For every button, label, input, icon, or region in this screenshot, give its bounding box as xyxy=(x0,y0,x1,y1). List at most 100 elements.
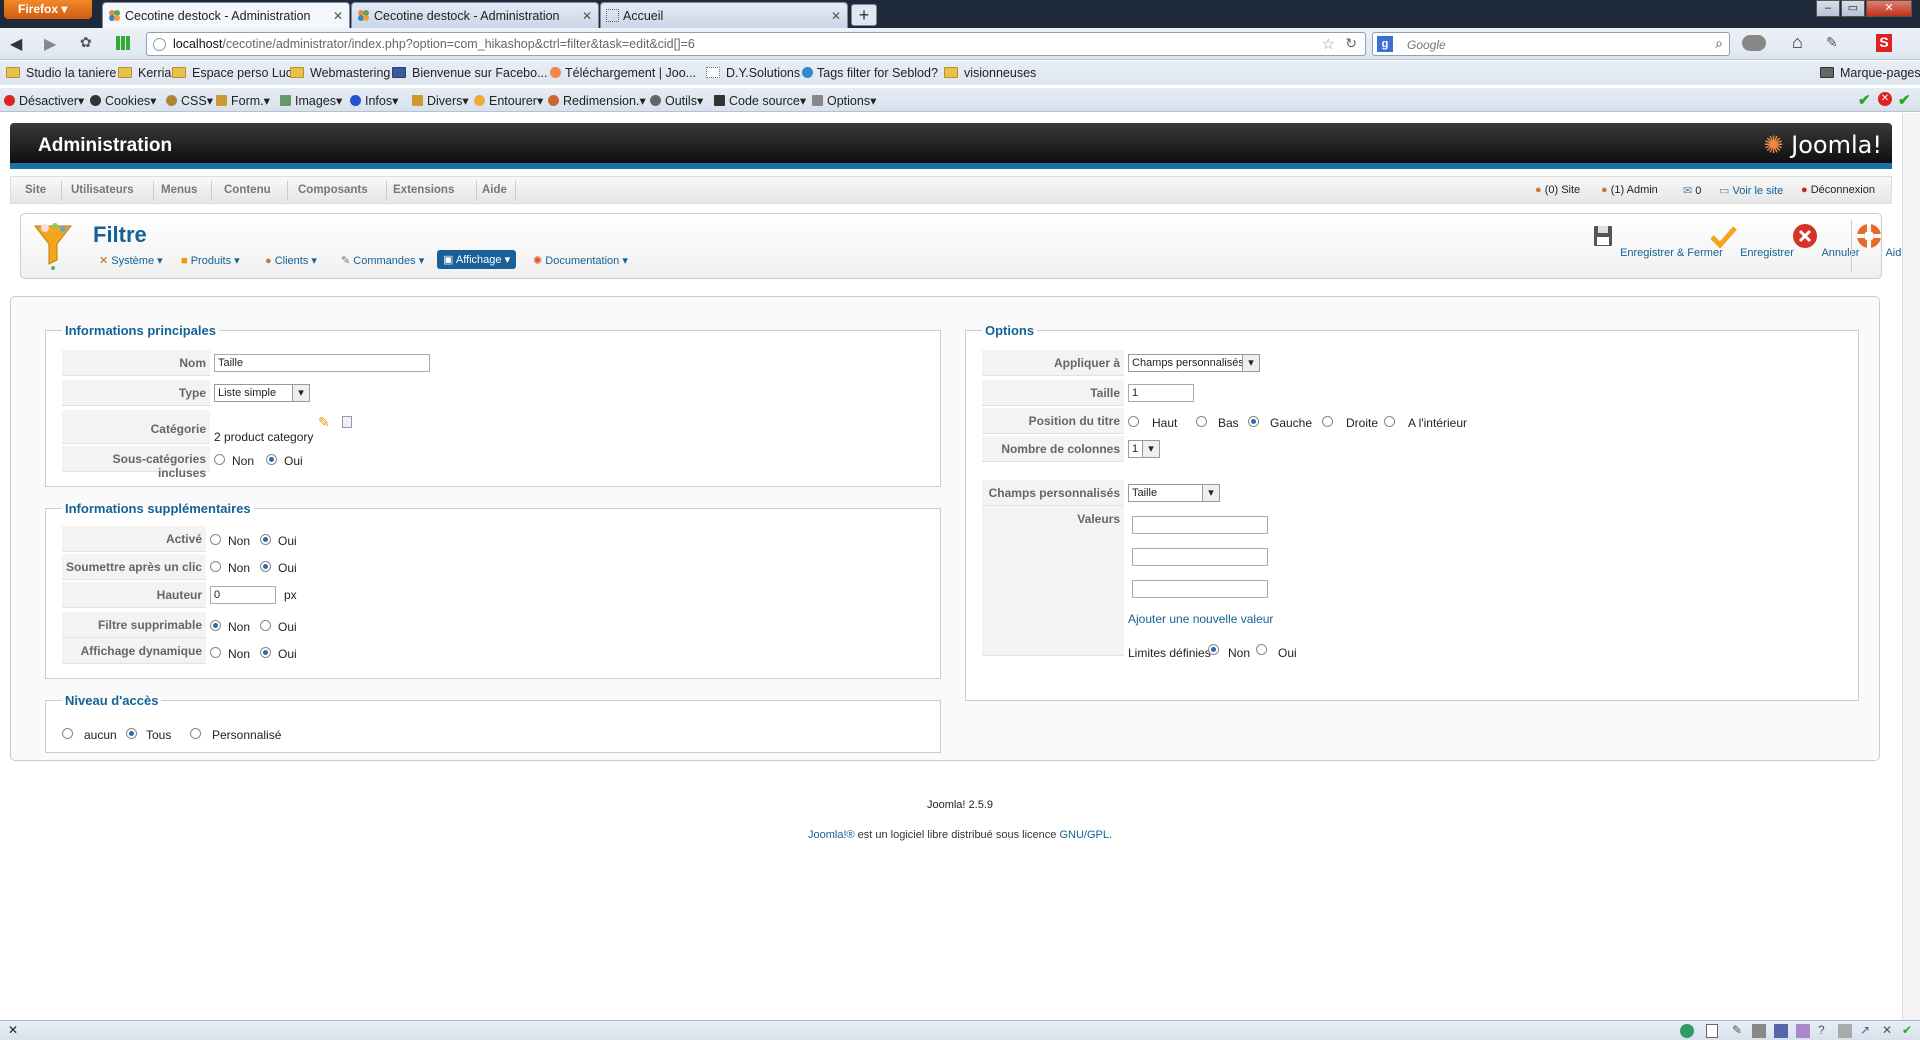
addon-icon[interactable]: ✿ xyxy=(80,34,92,51)
webdev-resize[interactable]: Redimension.▾ xyxy=(548,93,646,108)
menu-help[interactable]: Aide xyxy=(482,184,507,196)
limits-oui-radio[interactable] xyxy=(1256,644,1267,655)
webdev-images[interactable]: Images▾ xyxy=(280,93,342,108)
add-value-link[interactable]: Ajouter une nouvelle valeur xyxy=(1128,612,1273,626)
webdev-source[interactable]: Code source▾ xyxy=(714,93,806,108)
submit-oui-radio[interactable] xyxy=(260,561,271,572)
position-haut-radio[interactable] xyxy=(1128,416,1139,427)
value-input-1[interactable] xyxy=(1132,516,1268,534)
close-tab-icon[interactable]: ✕ xyxy=(582,9,592,23)
bookmark-item[interactable]: Studio la taniere xyxy=(6,66,116,80)
columns-select[interactable]: 1 xyxy=(1128,440,1160,458)
check-icon[interactable]: ✔ xyxy=(1858,91,1871,109)
forward-arrow-icon[interactable]: ▶ xyxy=(44,34,56,54)
deletable-oui-radio[interactable] xyxy=(260,620,271,631)
dynamic-oui-radio[interactable] xyxy=(260,647,271,658)
active-non-radio[interactable] xyxy=(210,534,221,545)
webdev-options[interactable]: Options▾ xyxy=(812,93,876,108)
tool-icon[interactable] xyxy=(1838,1024,1852,1038)
apply-to-select[interactable]: Champs personnalisés xyxy=(1128,354,1260,372)
active-oui-radio[interactable] xyxy=(260,534,271,545)
view-site-link[interactable]: ▭ Voir le site xyxy=(1719,184,1783,197)
s-addon-icon[interactable]: S xyxy=(1876,34,1892,52)
position-bas-radio[interactable] xyxy=(1196,416,1207,427)
back-arrow-icon[interactable]: ◀ xyxy=(10,34,22,54)
save-icon[interactable] xyxy=(1774,1024,1788,1038)
bookmark-item[interactable]: Webmastering xyxy=(290,66,390,80)
page-scrollbar[interactable] xyxy=(1902,113,1920,1020)
webdev-css[interactable]: CSS▾ xyxy=(166,93,213,108)
height-input[interactable]: 0 xyxy=(210,586,276,604)
submenu-documentation[interactable]: ✺ Documentation ▾ xyxy=(533,254,628,267)
close-tab-icon[interactable]: ✕ xyxy=(333,9,343,23)
submenu-products[interactable]: ■ Produits ▾ xyxy=(181,254,240,267)
save-button[interactable]: Enregistrer xyxy=(1709,222,1794,259)
position-gauche-radio[interactable] xyxy=(1248,416,1259,427)
value-input-3[interactable] xyxy=(1132,580,1268,598)
webdev-cookies[interactable]: Cookies▾ xyxy=(90,93,156,108)
edit-category-icon[interactable]: ✎ xyxy=(318,414,330,431)
stats-icon[interactable]: ↗ xyxy=(1860,1023,1870,1037)
bookmark-star-icon[interactable]: ☆ xyxy=(1322,35,1335,53)
menu-content[interactable]: Contenu xyxy=(224,184,271,196)
joomla-link[interactable]: Joomla!® xyxy=(808,829,855,841)
menu-components[interactable]: Composants xyxy=(298,184,368,196)
subcategories-non-radio[interactable] xyxy=(214,454,225,465)
access-tous-radio[interactable] xyxy=(126,728,137,739)
search-input[interactable]: g Google ⌕ xyxy=(1372,32,1730,56)
cancel-button[interactable]: Annuler xyxy=(1791,222,1859,259)
tab-admin-1[interactable]: Cecotine destock - Administration ✕ xyxy=(102,2,350,28)
edit-icon[interactable]: ✎ xyxy=(1732,1023,1742,1037)
check-icon[interactable]: ✔ xyxy=(1902,1023,1912,1037)
position-interieur-radio[interactable] xyxy=(1384,416,1395,427)
bookmark-item[interactable]: Espace perso Luc xyxy=(172,66,292,80)
webdev-divers[interactable]: Divers▾ xyxy=(412,93,469,108)
submenu-orders[interactable]: ✎ Commandes ▾ xyxy=(341,254,424,267)
custom-fields-select[interactable]: Taille xyxy=(1128,484,1220,502)
firefox-menu-button[interactable]: Firefox ▾ xyxy=(4,0,92,19)
webdev-outline[interactable]: Entourer▾ xyxy=(474,93,543,108)
check-icon[interactable]: ✔ xyxy=(1898,91,1911,109)
bookmark-item[interactable]: Kerria xyxy=(118,66,171,80)
close-tab-icon[interactable]: ✕ xyxy=(831,9,841,23)
bookmark-item[interactable]: visionneuses xyxy=(944,66,1036,80)
close-window-button[interactable]: ✕ xyxy=(1866,0,1912,17)
submit-non-radio[interactable] xyxy=(210,561,221,572)
submenu-clients[interactable]: ● Clients ▾ xyxy=(265,254,317,267)
bookmark-item[interactable]: Tags filter for Seblod? xyxy=(802,66,938,80)
webdev-disable[interactable]: Désactiver▾ xyxy=(4,93,84,108)
help-icon[interactable]: ? xyxy=(1818,1023,1825,1037)
logout-link[interactable]: ● Déconnexion xyxy=(1801,184,1875,196)
webdev-infos[interactable]: Infos▾ xyxy=(350,93,398,108)
home-icon[interactable]: ⌂ xyxy=(1792,32,1803,53)
admin-users-status[interactable]: ● (1) Admin xyxy=(1601,184,1658,196)
bookmarks-menu[interactable]: Marque-pages xyxy=(1820,66,1920,80)
google-icon[interactable]: g xyxy=(1377,36,1393,52)
messages-status[interactable]: ✉ 0 xyxy=(1683,184,1701,197)
help-button[interactable]: Aide xyxy=(1855,222,1907,259)
bookmark-item[interactable]: D.Y.Solutions xyxy=(706,66,800,80)
submenu-display[interactable]: ▣ Affichage ▾ xyxy=(437,250,517,269)
size-input[interactable]: 1 xyxy=(1128,384,1194,402)
access-aucun-radio[interactable] xyxy=(62,728,73,739)
abp-icon[interactable] xyxy=(1742,35,1766,51)
error-icon[interactable]: ✕ xyxy=(1878,92,1892,106)
dynamic-non-radio[interactable] xyxy=(210,647,221,658)
signal-icon[interactable] xyxy=(116,36,130,50)
access-personnalise-radio[interactable] xyxy=(190,728,201,739)
webdev-forms[interactable]: Form.▾ xyxy=(216,93,270,108)
value-input-2[interactable] xyxy=(1132,548,1268,566)
url-bar[interactable]: localhost/cecotine/administrator/index.p… xyxy=(146,32,1366,56)
screen-icon[interactable] xyxy=(1796,1024,1810,1038)
tab-accueil[interactable]: Accueil ✕ xyxy=(600,2,848,28)
save-close-button[interactable]: Enregistrer & Fermer xyxy=(1589,222,1723,259)
minimize-button[interactable]: – xyxy=(1816,0,1840,17)
maximize-button[interactable]: ▭ xyxy=(1841,0,1865,17)
tools-icon[interactable]: ✕ xyxy=(1882,1023,1892,1037)
printer-icon[interactable] xyxy=(1752,1024,1766,1038)
tab-admin-2[interactable]: Cecotine destock - Administration ✕ xyxy=(351,2,599,28)
gpl-link[interactable]: GNU/GPL xyxy=(1059,829,1109,841)
close-addon-bar-icon[interactable]: ✕ xyxy=(8,1023,18,1037)
limits-non-radio[interactable] xyxy=(1208,644,1219,655)
menu-users[interactable]: Utilisateurs xyxy=(71,184,134,196)
